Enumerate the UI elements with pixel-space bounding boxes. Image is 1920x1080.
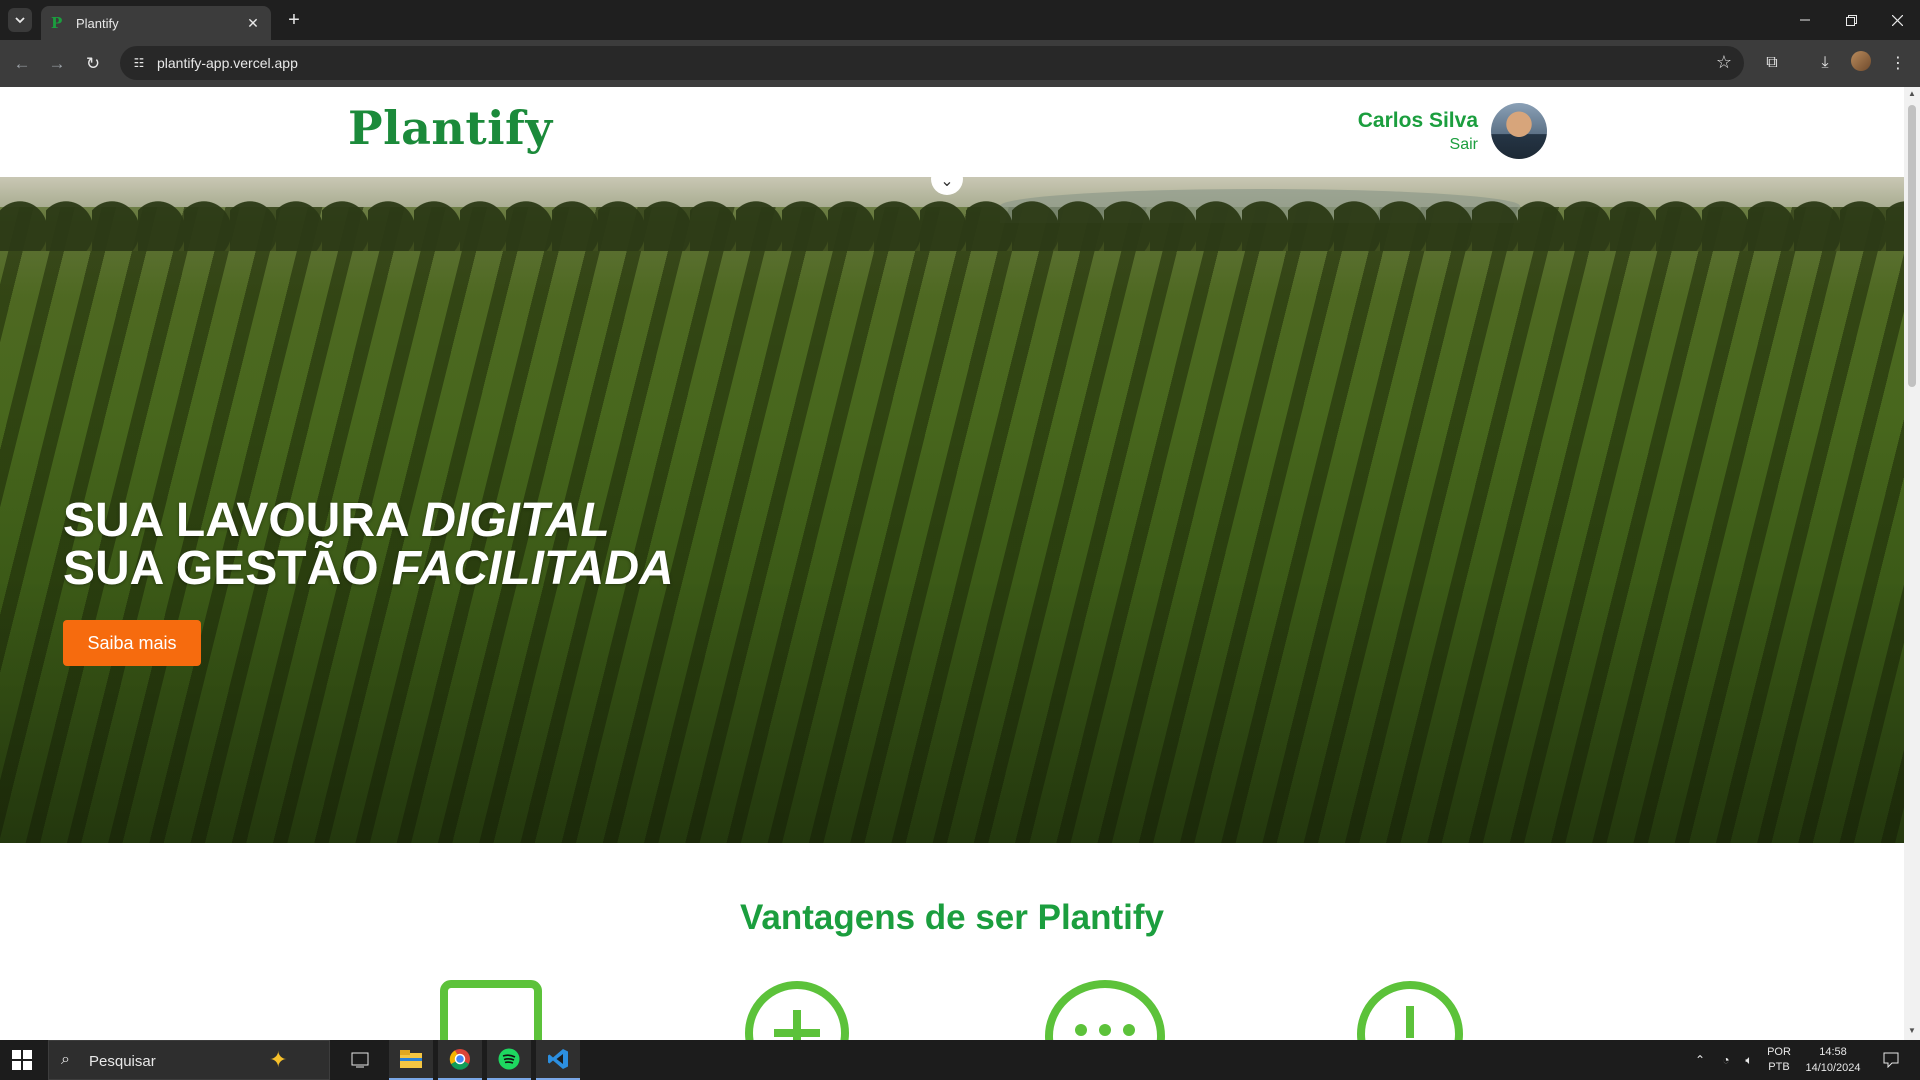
plantify-logo[interactable]: Plantify <box>348 101 553 155</box>
copilot-sparkle-icon[interactable]: ✦ <box>269 1047 287 1073</box>
minimize-icon <box>1800 19 1810 21</box>
tab-title: Plantify <box>76 15 119 31</box>
vscode-icon[interactable] <box>536 1040 580 1080</box>
tablet-icon <box>440 980 542 1040</box>
hero-headline: SUA LAVOURA DIGITAL SUA GESTÃO FACILITAD… <box>63 497 674 593</box>
scroll-down-chevron-icon[interactable]: ⌄ <box>931 163 963 195</box>
chevron-down-icon <box>15 17 25 24</box>
clock-date: 14/10/2024 <box>1805 1062 1861 1074</box>
file-explorer-icon[interactable] <box>389 1040 433 1080</box>
plantify-favicon-icon: P <box>51 14 63 32</box>
window-close-button[interactable] <box>1874 0 1920 40</box>
logout-link[interactable]: Sair <box>1450 136 1478 154</box>
notifications-icon[interactable] <box>1876 1040 1906 1080</box>
hero-line1-emphasis: DIGITAL <box>421 494 610 547</box>
profile-icon[interactable] <box>1851 51 1871 71</box>
language-bottom: PTB <box>1768 1061 1790 1073</box>
chrome-icon[interactable] <box>438 1040 482 1080</box>
tray-overflow-chevron-icon[interactable]: ⌃ <box>1690 1040 1710 1080</box>
spotify-icon[interactable] <box>487 1040 531 1080</box>
bookmark-star-icon[interactable]: ☆ <box>1716 52 1732 73</box>
search-placeholder: Pesquisar <box>89 1053 156 1070</box>
chat-dots-icon <box>1045 980 1165 1040</box>
menu-icon[interactable]: ⋮ <box>1887 52 1909 74</box>
browser-toolbar: ← → ↻ ☷ plantify-app.vercel.app ☆ ⧉ ⤓ ⋮ <box>0 40 1920 87</box>
back-icon: ← <box>13 54 31 73</box>
restore-button[interactable] <box>1828 0 1874 40</box>
restore-icon <box>1845 14 1857 26</box>
clock[interactable]: 14:58 14/10/2024 <box>1800 1040 1866 1080</box>
minimize-button[interactable] <box>1782 0 1828 40</box>
address-bar[interactable]: ☷ plantify-app.vercel.app ☆ <box>120 46 1744 80</box>
windows-taskbar: ⌕ Pesquisar ✦ ⌃ ◔ 🔈︎ POR PTB 14:58 14/10… <box>0 1040 1920 1080</box>
reload-icon: ↻ <box>85 54 101 73</box>
page-scrollbar[interactable]: ▲ ▼ <box>1904 87 1920 1040</box>
hero-line1-plain: SUA LAVOURA <box>63 494 422 547</box>
language-indicator[interactable]: POR PTB <box>1762 1040 1796 1080</box>
plus-circle-icon <box>745 981 849 1040</box>
hero-treeline <box>0 191 1904 251</box>
download-icon[interactable]: ⤓ <box>1814 52 1836 74</box>
browser-tab-plantify[interactable]: P Plantify ✕ <box>41 6 271 40</box>
user-name: Carlos Silva <box>1357 109 1478 132</box>
search-icon: ⌕ <box>61 1051 70 1068</box>
clock-time: 14:58 <box>1819 1046 1847 1058</box>
scrollbar-thumb[interactable] <box>1908 105 1916 387</box>
volume-icon[interactable]: 🔈︎ <box>1738 1040 1760 1080</box>
web-page: Plantify Carlos Silva Sair SUA LAVOURA D… <box>0 87 1904 1040</box>
hero-line2-emphasis: FACILITADA <box>391 542 674 595</box>
task-view-icon[interactable] <box>338 1040 382 1080</box>
site-info-icon[interactable]: ☷ <box>130 54 148 72</box>
forward-icon: → <box>48 54 66 73</box>
extensions-icon[interactable]: ⧉ <box>1761 52 1783 74</box>
new-tab-button[interactable]: + <box>283 9 305 31</box>
clock-icon <box>1357 981 1463 1040</box>
forward-button[interactable]: → <box>44 51 70 77</box>
taskbar-search-box[interactable]: ⌕ Pesquisar ✦ <box>48 1040 330 1080</box>
browser-tab-bar: P Plantify ✕ + <box>0 0 1920 40</box>
advantages-title: Vantagens de ser Plantify <box>739 898 1165 937</box>
close-tab-icon[interactable]: ✕ <box>245 15 261 32</box>
saiba-mais-button[interactable]: Saiba mais <box>63 620 201 666</box>
url-text[interactable]: plantify-app.vercel.app <box>157 55 298 71</box>
network-icon[interactable]: ◔ <box>1716 1040 1736 1080</box>
back-button[interactable]: ← <box>9 51 35 77</box>
hero-banner: SUA LAVOURA DIGITAL SUA GESTÃO FACILITAD… <box>0 177 1904 843</box>
scroll-down-arrow-icon[interactable]: ▼ <box>1908 1027 1916 1035</box>
reload-button[interactable]: ↻ <box>80 51 106 77</box>
user-avatar[interactable] <box>1491 103 1547 159</box>
language-top: POR <box>1767 1046 1791 1058</box>
hero-line2-plain: SUA GESTÃO <box>63 542 392 595</box>
tab-list-button[interactable] <box>8 8 32 32</box>
window-close-icon <box>1891 14 1903 26</box>
scroll-up-arrow-icon[interactable]: ▲ <box>1908 90 1916 98</box>
windows-start-icon[interactable] <box>12 1050 32 1070</box>
